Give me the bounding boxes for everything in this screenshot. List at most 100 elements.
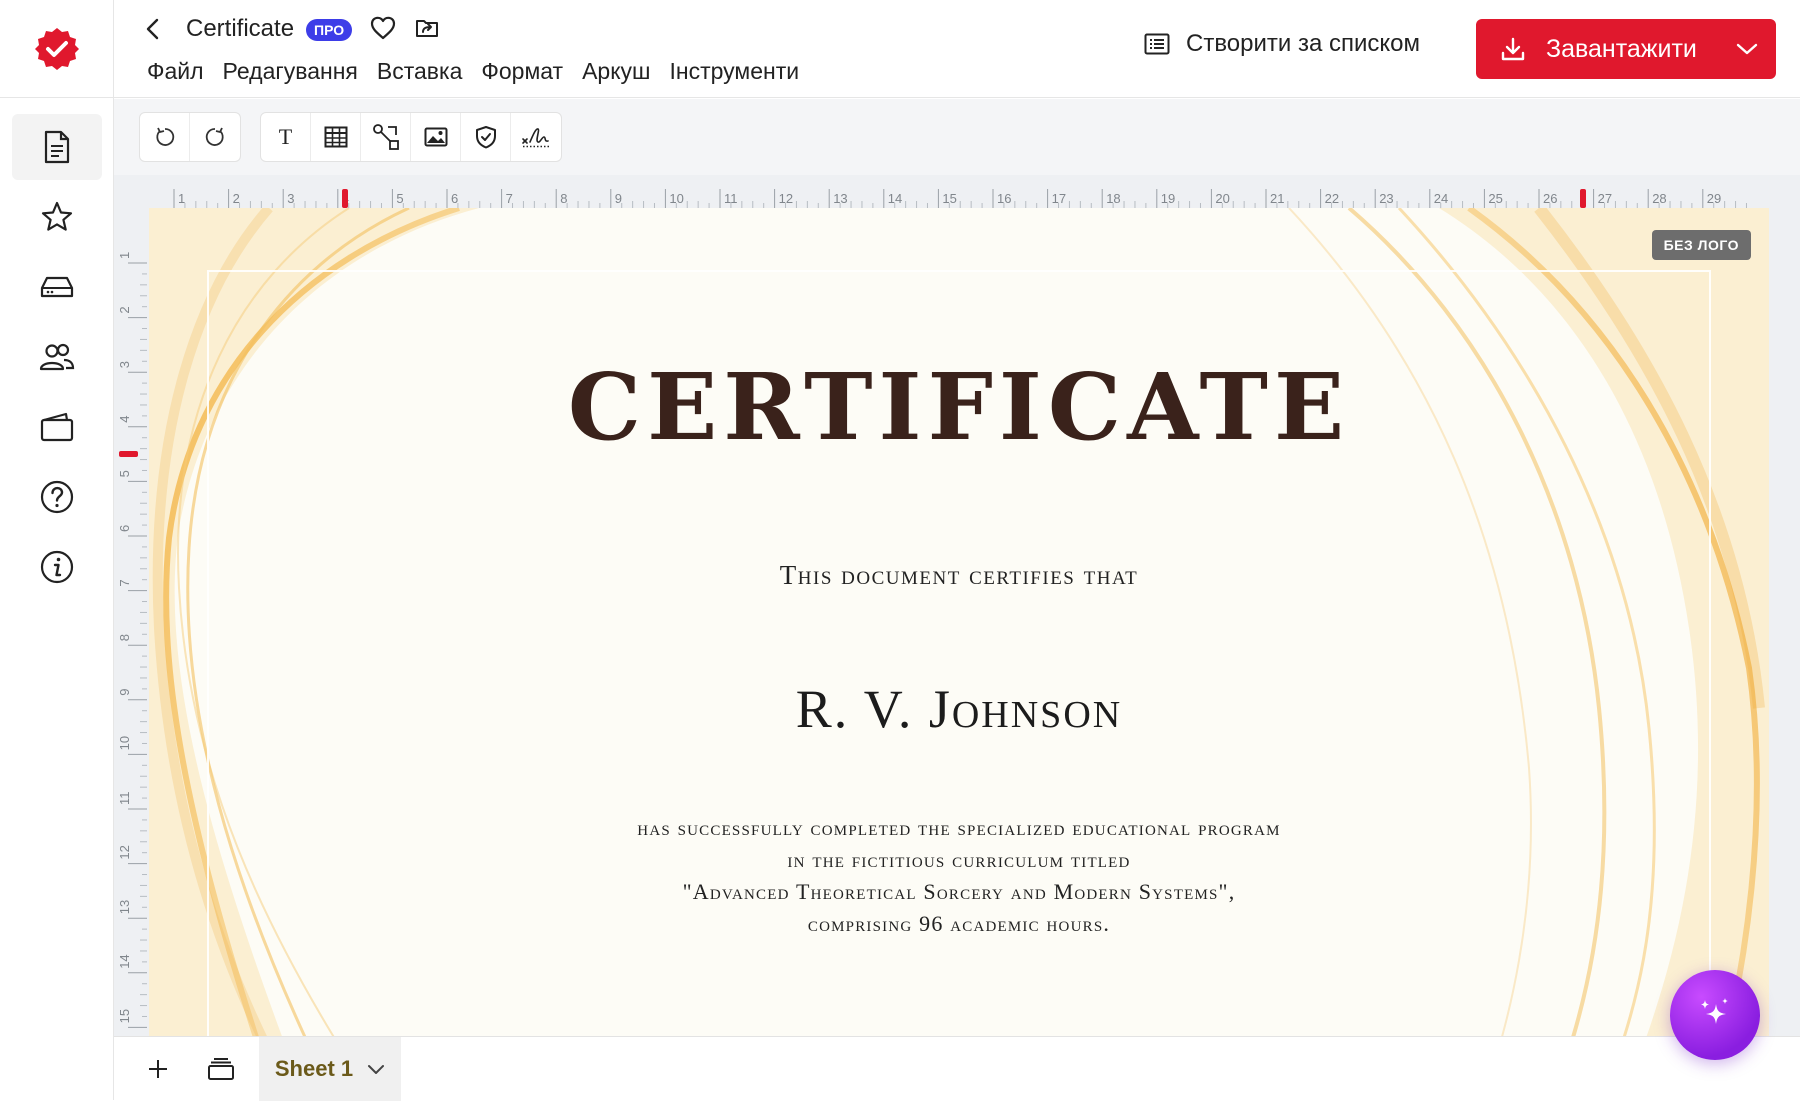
history-group <box>139 112 241 162</box>
insert-image-button[interactable] <box>411 113 461 161</box>
ruler-label: 7 <box>506 191 513 206</box>
shield-check-icon <box>475 126 496 149</box>
left-rail <box>0 0 114 1100</box>
favorite-button[interactable] <box>368 13 398 43</box>
star-icon <box>41 201 73 231</box>
wallet-icon <box>40 412 74 442</box>
certificate-body[interactable]: has successfully completed the specializ… <box>149 812 1769 940</box>
insert-group: T <box>260 112 562 162</box>
ruler-label: 25 <box>1488 191 1502 206</box>
ruler-label: 4 <box>117 416 132 423</box>
create-by-list-label: Створити за списком <box>1186 30 1421 57</box>
ruler-label: 14 <box>888 191 902 206</box>
top-margin-marker[interactable] <box>119 451 138 457</box>
rail-storage[interactable] <box>12 254 102 320</box>
menu-sheet[interactable]: Аркуш <box>582 56 650 86</box>
insert-signature-button[interactable] <box>511 113 561 161</box>
ruler-label: 5 <box>117 470 132 477</box>
body-line: comprising 96 academic hours. <box>807 911 1111 936</box>
insert-text-button[interactable]: T <box>261 113 311 161</box>
ruler-label: 8 <box>560 191 567 206</box>
ruler-horizontal: 1234567891011121314151617181920212223242… <box>114 175 1800 208</box>
ruler-label: 20 <box>1215 191 1229 206</box>
sheet-bar: Sheet 1 <box>114 1036 1800 1101</box>
ruler-label: 8 <box>117 634 132 641</box>
add-sheet-button[interactable] <box>142 1053 174 1085</box>
certificate-title[interactable]: CERTIFICATE <box>149 353 1769 461</box>
certificate-page[interactable]: БЕЗ ЛОГО CERTIFICATE This document certi… <box>149 208 1769 1036</box>
ruler-label: 12 <box>117 845 132 859</box>
chevron-down-icon[interactable] <box>367 1063 385 1075</box>
ruler-label: 15 <box>942 191 956 206</box>
left-margin-marker[interactable] <box>342 189 348 208</box>
document-icon <box>44 130 70 164</box>
ruler-vertical-scale: 123456789101112131415 <box>117 252 147 1028</box>
create-by-list-button[interactable]: Створити за списком <box>1144 30 1420 58</box>
signature-icon <box>522 128 549 148</box>
ruler-label: 27 <box>1598 191 1612 206</box>
text-icon: T <box>278 124 293 149</box>
rail-documents[interactable] <box>12 114 102 180</box>
rail-team[interactable] <box>12 324 102 390</box>
shapes-icon <box>372 124 399 150</box>
ruler-horizontal-scale: 1234567891011121314151617181920212223242… <box>173 189 1747 208</box>
ruler-label: 11 <box>117 792 132 806</box>
body-line: has successfully completed the specializ… <box>637 815 1281 840</box>
rail-wallet[interactable] <box>12 394 102 460</box>
ruler-label: 18 <box>1106 191 1120 206</box>
ruler-label: 21 <box>1270 191 1284 206</box>
menu-file[interactable]: Файл <box>147 56 204 86</box>
body-line: "Advanced Theoretical Sorcery and Modern… <box>682 879 1236 904</box>
insert-table-button[interactable] <box>311 113 361 161</box>
ruler-label: 7 <box>117 579 132 586</box>
ruler-label: 23 <box>1379 191 1393 206</box>
ruler-label: 1 <box>178 191 185 206</box>
redo-button[interactable] <box>190 113 240 161</box>
ruler-label: 19 <box>1161 191 1175 206</box>
ruler-label: 2 <box>117 306 132 313</box>
logo-badge-icon <box>35 27 79 70</box>
layers-icon <box>208 1058 234 1080</box>
rail-favorites[interactable] <box>12 184 102 250</box>
redo-icon <box>205 127 224 146</box>
download-button[interactable]: Завантажити <box>1476 19 1776 79</box>
image-icon <box>424 127 447 147</box>
no-logo-badge[interactable]: БЕЗ ЛОГО <box>1651 230 1751 260</box>
ruler-label: 13 <box>117 900 132 914</box>
right-margin-marker[interactable] <box>1580 189 1586 208</box>
ai-assistant-button[interactable] <box>1670 970 1760 1060</box>
insert-shape-button[interactable] <box>361 113 411 161</box>
menu-insert[interactable]: Вставка <box>377 56 463 86</box>
menu-tools[interactable]: Інструменти <box>669 56 799 86</box>
menu-edit[interactable]: Редагування <box>223 56 358 86</box>
ruler-vertical: 1 2 3 4 5 6 7 8 9 10 11 12 13 14 15 <box>114 208 147 1036</box>
ruler-label: 6 <box>451 191 458 206</box>
insert-stamp-button[interactable] <box>461 113 511 161</box>
move-to-folder-button[interactable] <box>412 13 442 43</box>
canvas-area: БЕЗ ЛОГО CERTIFICATE This document certi… <box>147 208 1800 1036</box>
chevron-down-icon[interactable] <box>1732 34 1762 64</box>
back-button[interactable] <box>138 14 168 44</box>
ruler-label: 10 <box>669 191 683 206</box>
plus-icon <box>149 1060 167 1078</box>
rail-info[interactable] <box>12 534 102 600</box>
all-sheets-button[interactable] <box>204 1053 238 1085</box>
sheet-tab-1[interactable]: Sheet 1 <box>259 1037 401 1101</box>
drive-icon <box>40 276 74 298</box>
certificate-subtitle[interactable]: This document certifies that <box>149 560 1769 591</box>
body-line: in the fictitious curriculum titled <box>787 847 1131 872</box>
rail-help[interactable] <box>12 464 102 530</box>
ruler-label: 13 <box>833 191 847 206</box>
app-logo[interactable] <box>0 0 114 98</box>
undo-button[interactable] <box>140 113 190 161</box>
document-title[interactable]: Certificate <box>186 14 294 44</box>
undo-icon <box>155 127 174 146</box>
ruler-label: 28 <box>1652 191 1666 206</box>
recipient-name[interactable]: R. V. Johnson <box>149 678 1769 740</box>
folder-move-icon <box>416 20 438 37</box>
menu-format[interactable]: Формат <box>481 56 563 86</box>
heart-icon <box>370 16 396 40</box>
top-header: Certificate ПРО Файл Редагування Вставка… <box>114 0 1800 98</box>
download-label: Завантажити <box>1546 34 1697 63</box>
toolbar: T <box>114 99 1800 175</box>
